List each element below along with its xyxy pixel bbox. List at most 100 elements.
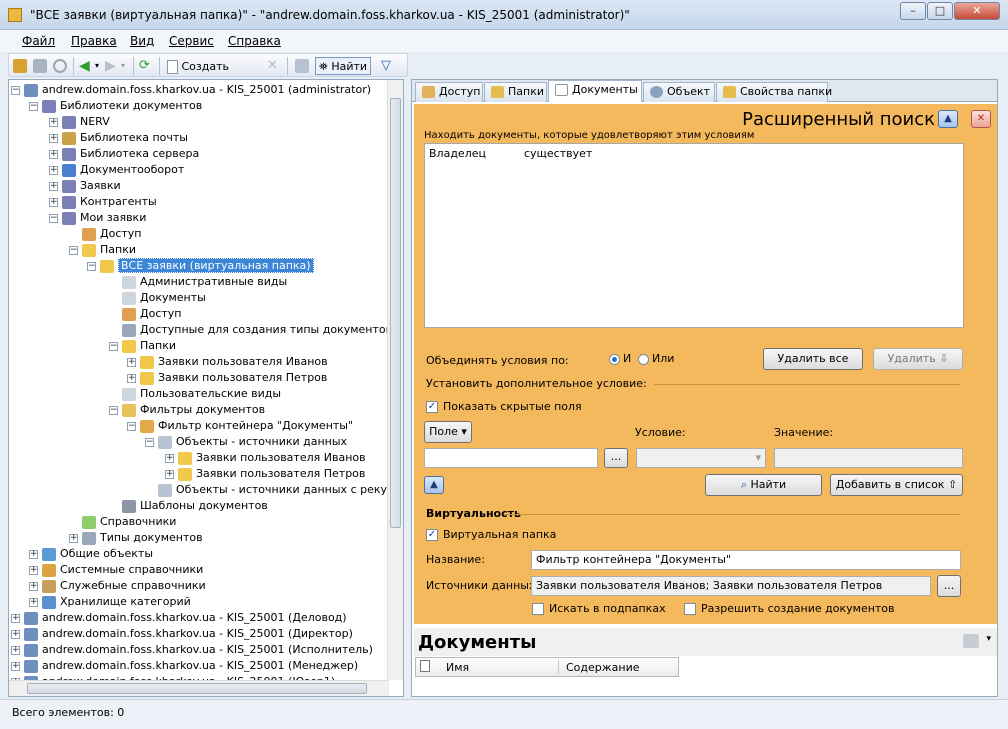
tree-item[interactable]: + Заявки пользователя Иванов (165, 450, 366, 466)
menu-file[interactable]: Файл (22, 34, 55, 48)
data-sources-field[interactable]: Заявки пользователя Иванов; Заявки польз… (531, 576, 931, 596)
condition-field[interactable]: Владелец (429, 147, 486, 160)
expand-icon[interactable]: + (11, 629, 20, 639)
tree-item[interactable]: + Контрагенты (49, 194, 157, 210)
properties-icon[interactable] (33, 57, 47, 75)
expand-icon[interactable]: + (49, 149, 58, 159)
expand-icon[interactable]: + (165, 453, 174, 463)
tree-horizontal-scrollbar-thumb[interactable] (27, 683, 367, 694)
tree-horizontal-scrollbar[interactable] (9, 680, 389, 696)
collapse-icon[interactable]: − (87, 261, 96, 271)
view-options-icon[interactable] (963, 634, 979, 648)
tree-item[interactable]: + NERV (49, 114, 110, 130)
navigation-tree[interactable]: + andrew.domain.foss.kharkov.ua - KIS_250… (8, 79, 404, 697)
tree-item[interactable]: + Заявки пользователя Петров (165, 466, 365, 482)
tree-item[interactable]: + Библиотека почты (49, 130, 188, 146)
tree-item[interactable]: + Типы документов (69, 530, 203, 546)
expand-icon[interactable]: + (49, 117, 58, 127)
back-arrow-icon[interactable]: ◀ (79, 57, 90, 75)
expand-icon[interactable]: + (29, 597, 38, 607)
expand-icon[interactable]: + (29, 565, 38, 575)
menu-edit[interactable]: Правка (71, 34, 117, 48)
tab-access[interactable]: Доступ (415, 82, 483, 102)
tree-item[interactable]: + andrew.domain.foss.kharkov.ua - KIS_250… (11, 642, 373, 658)
expand-icon[interactable]: + (11, 645, 20, 655)
tab-object[interactable]: Объект (643, 82, 715, 102)
tree-item[interactable]: Объекты - источники данных с рекурсие (145, 482, 403, 498)
expand-icon[interactable]: + (165, 469, 174, 479)
tree-item[interactable]: − ВСЕ заявки (виртуальная папка) (87, 258, 314, 274)
expand-icon[interactable]: + (127, 357, 136, 367)
tab-folder-properties[interactable]: Свойства папки (716, 82, 832, 102)
expand-icon[interactable]: + (69, 533, 78, 543)
tree-item[interactable]: + Библиотека сервера (49, 146, 199, 162)
collapse-search-button[interactable]: ▲ (938, 110, 958, 128)
tree-item[interactable]: + Общие объекты (29, 546, 153, 562)
expand-icon[interactable]: + (49, 133, 58, 143)
delete-icon[interactable]: ✕ (267, 57, 278, 75)
tree-item[interactable]: + Системные справочники (29, 562, 203, 578)
tree-item[interactable]: − Мои заявки (49, 210, 146, 226)
collapse-icon[interactable]: − (109, 341, 118, 351)
collapse-icon[interactable]: − (29, 101, 38, 111)
tree-item[interactable]: + Заявки пользователя Иванов (127, 354, 328, 370)
conditions-list[interactable]: Владелец существует (424, 143, 964, 328)
tree-item[interactable]: + Заявки (49, 178, 121, 194)
tree-item[interactable]: Доступ (69, 226, 141, 242)
tree-item[interactable]: Документы (109, 290, 206, 306)
expand-icon[interactable]: + (29, 581, 38, 591)
tree-vertical-scrollbar-thumb[interactable] (390, 98, 401, 528)
menu-view[interactable]: Вид (130, 34, 154, 48)
expand-icon[interactable]: + (127, 373, 136, 383)
find-button[interactable]: ⛯ Найти (315, 57, 372, 75)
collapse-icon[interactable]: − (49, 213, 58, 223)
save-icon[interactable] (295, 57, 309, 75)
tree-item[interactable]: − Библиотеки документов (29, 98, 202, 114)
collapse-icon[interactable]: − (127, 421, 136, 431)
add-to-list-button[interactable]: Добавить в список ⇧ (830, 474, 963, 496)
search-subfolders-checkbox[interactable]: Искать в подпапках (532, 602, 666, 615)
tree-item[interactable]: + andrew.domain.foss.kharkov.ua - KIS_250… (11, 658, 358, 674)
field-input[interactable] (424, 448, 598, 468)
tree-item[interactable]: − Объекты - источники данных (145, 434, 347, 450)
expand-icon[interactable]: + (49, 181, 58, 191)
tree-item[interactable]: − Фильтры документов (109, 402, 265, 418)
expand-icon[interactable]: + (11, 661, 20, 671)
radio-or[interactable]: Или (638, 352, 674, 365)
expand-icon[interactable]: + (11, 613, 20, 623)
collapse-icon[interactable]: − (145, 437, 154, 447)
close-search-button[interactable]: ✕ (971, 110, 991, 128)
menu-help[interactable]: Справка (228, 34, 281, 48)
tree-item[interactable]: + andrew.domain.foss.kharkov.ua - KIS_250… (11, 610, 347, 626)
radio-and[interactable]: И (609, 352, 631, 365)
collapse-icon[interactable]: − (69, 245, 78, 255)
library-icon[interactable] (13, 57, 27, 75)
allow-create-documents-checkbox[interactable]: Разрешить создание документов (684, 602, 895, 615)
delete-all-button[interactable]: Удалить все (763, 348, 863, 370)
name-field[interactable]: Фильтр контейнера "Документы" (531, 550, 961, 570)
column-content[interactable]: Содержание (566, 661, 640, 674)
expand-icon[interactable]: + (49, 197, 58, 207)
tree-item[interactable]: Административные виды (109, 274, 287, 290)
tree-item[interactable]: − andrew.domain.foss.kharkov.ua - KIS_250… (11, 82, 371, 98)
virtual-folder-checkbox[interactable]: ✓ Виртуальная папка (426, 528, 556, 541)
menu-service[interactable]: Сервис (169, 34, 214, 48)
expand-icon[interactable]: + (49, 165, 58, 175)
field-browse-button[interactable]: ... (604, 448, 628, 468)
sync-icon[interactable] (53, 57, 67, 75)
tab-folders[interactable]: Папки (484, 82, 547, 102)
tree-item[interactable]: + Хранилище категорий (29, 594, 191, 610)
condition-operator[interactable]: существует (524, 147, 592, 160)
move-up-button[interactable]: ▲ (424, 476, 444, 494)
forward-arrow-icon[interactable]: ▶ (105, 57, 116, 75)
tree-item[interactable]: Шаблоны документов (109, 498, 268, 514)
show-hidden-fields-checkbox[interactable]: ✓ Показать скрытые поля (426, 400, 582, 413)
condition-select[interactable]: ▾ (636, 448, 766, 468)
find-search-button[interactable]: ⌕ Найти (705, 474, 822, 496)
collapse-icon[interactable]: − (109, 405, 118, 415)
maximize-button[interactable]: □ (927, 2, 953, 20)
forward-dropdown-icon[interactable]: ▾ (121, 57, 125, 75)
data-sources-browse-button[interactable]: ... (937, 575, 961, 597)
tree-item[interactable]: Доступ (109, 306, 181, 322)
tab-documents[interactable]: Документы (548, 80, 642, 102)
